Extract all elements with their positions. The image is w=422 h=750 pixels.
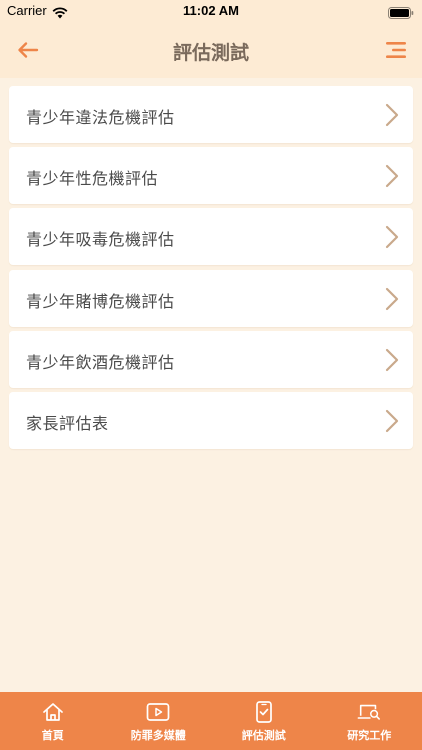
nav-header: 評估測試 (0, 22, 422, 78)
list-item[interactable]: 青少年賭博危機評估 (9, 269, 413, 327)
chevron-right-icon (385, 226, 399, 249)
menu-icon (386, 42, 406, 58)
chevron-right-icon (385, 409, 399, 433)
list-item[interactable]: 青少年違法危機評估 (9, 86, 413, 143)
play-video-icon (146, 701, 170, 723)
chevron-right-icon (385, 165, 399, 188)
chevron-right-icon (385, 287, 399, 310)
tab-label: 防罪多媒體 (130, 729, 186, 742)
list-item-label: 青少年性危機評估 (26, 169, 159, 189)
page-title: 評估測試 (172, 42, 249, 64)
laptop-search-icon (357, 701, 381, 723)
assessment-list: 青少年違法危機評估 青少年性危機評估 青少年吸毒危機評估 青少年賭博危機評估 青… (9, 86, 413, 453)
list-item-label: 家長評估表 (26, 413, 109, 433)
list-item[interactable]: 青少年吸毒危機評估 (9, 208, 413, 266)
tab-home[interactable]: 首頁 (0, 692, 106, 750)
menu-button[interactable] (382, 36, 410, 64)
list-item-label: 青少年吸毒危機評估 (26, 230, 175, 250)
status-bar: Carrier 11:02 AM (0, 0, 422, 22)
chevron-right-icon (385, 103, 399, 127)
tab-multimedia[interactable]: 防罪多媒體 (106, 692, 212, 750)
tab-label: 首頁 (41, 729, 64, 742)
tab-label: 評估測試 (241, 729, 286, 742)
tab-label: 研究工作 (347, 729, 392, 742)
clock-time: 11:02 AM (183, 3, 239, 18)
tab-assessment[interactable]: 評估測試 (211, 692, 317, 750)
list-item[interactable]: 家長評估表 (9, 391, 413, 449)
list-item[interactable]: 青少年性危機評估 (9, 147, 413, 205)
battery-icon (388, 4, 414, 23)
phone-check-icon (252, 701, 276, 723)
home-icon (41, 701, 65, 723)
list-item-label: 青少年賭博危機評估 (26, 291, 175, 311)
list-item-label: 青少年違法危機評估 (26, 108, 175, 127)
list-item[interactable]: 青少年飲酒危機評估 (9, 330, 413, 388)
tab-research[interactable]: 研究工作 (317, 692, 422, 750)
tab-bar: 首頁 防罪多媒體 評估測試 研究工作 (0, 692, 422, 750)
list-item-label: 青少年飲酒危機評估 (26, 352, 175, 372)
chevron-right-icon (385, 348, 399, 371)
